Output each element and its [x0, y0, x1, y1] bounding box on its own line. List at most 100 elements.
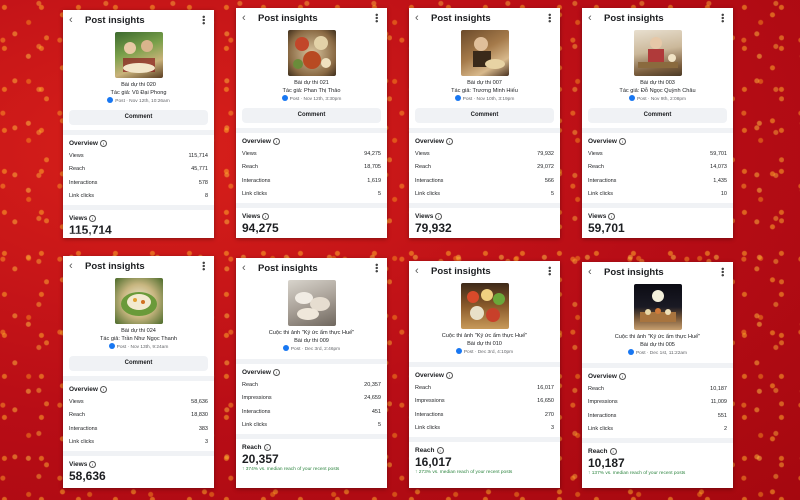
more-options-icon[interactable]: ••• [544, 266, 554, 275]
info-icon[interactable]: i [272, 138, 280, 146]
metric-row: Views 115,714 [69, 152, 208, 159]
info-icon[interactable]: i [436, 447, 444, 455]
info-icon[interactable]: i [445, 372, 453, 380]
back-arrow-icon[interactable]: ‹ [242, 12, 254, 24]
card-header: ‹ Post insights ••• [409, 261, 560, 281]
overview-heading: Overview i [236, 364, 387, 378]
back-arrow-icon[interactable]: ‹ [69, 14, 81, 26]
food-photo-icon [294, 292, 330, 320]
info-icon[interactable]: i [263, 444, 271, 452]
post-thumbnail[interactable] [460, 283, 509, 329]
page-title: Post insights [258, 12, 318, 24]
big-metric-value: 16,017 [415, 455, 452, 470]
info-icon[interactable]: i [89, 461, 97, 469]
page-title: Post insights [85, 14, 145, 26]
insights-card: ‹ Post insights ••• Bài dự thi 003 Tác g… [582, 8, 733, 238]
back-arrow-icon[interactable]: ‹ [69, 260, 81, 272]
more-options-icon[interactable]: ••• [717, 267, 727, 276]
more-options-icon[interactable]: ••• [198, 15, 208, 24]
info-icon[interactable]: i [618, 138, 626, 146]
comment-button[interactable]: Comment [242, 108, 381, 124]
metric-row: Interactions 551 [588, 412, 727, 419]
big-metric-label: Views i [409, 208, 560, 221]
contest-name: Cuộc thi ảnh "Ký ức ẩm thực Huế" [614, 334, 701, 340]
metric-row: Interactions 578 [69, 179, 208, 186]
overview-heading: Overview i [409, 133, 560, 147]
entry-title: Bài dự thi 024 [121, 328, 156, 334]
card-header: ‹ Post insights ••• [582, 262, 733, 282]
metric-row: Interactions 383 [69, 425, 208, 432]
metric-row: Link clicks 5 [415, 191, 554, 198]
post-meta: Post · Dec 1st, 11:22am [582, 349, 733, 358]
metric-row: Views 94,275 [242, 150, 381, 157]
post-meta: Post · Nov 9th, 2:08pm [582, 95, 733, 104]
facebook-icon [455, 348, 462, 355]
info-icon[interactable]: i [99, 386, 107, 394]
entry-title: Bài dự thi 020 [121, 82, 156, 88]
back-arrow-icon[interactable]: ‹ [242, 262, 254, 274]
post-thumbnail[interactable] [460, 30, 509, 76]
post-meta: Post · Dec 3rd, 2:46pm [236, 345, 387, 354]
post-thumbnail[interactable] [633, 284, 682, 330]
big-metric-label: Reach i [236, 439, 387, 452]
author-name: Tác giả: Phan Thị Thảo [282, 87, 341, 94]
author-name: Tác giả: Vũ Đại Phong [110, 89, 167, 96]
contest-name: Cuộc thi ảnh "Ký ức ẩm thực Huế" [441, 333, 528, 339]
comment-button[interactable]: Comment [69, 356, 208, 372]
post-thumbnail[interactable] [114, 32, 163, 78]
info-icon[interactable]: i [99, 140, 107, 148]
card-header: ‹ Post insights ••• [236, 258, 387, 278]
back-arrow-icon[interactable]: ‹ [415, 12, 427, 24]
overview-heading: Overview i [582, 133, 733, 147]
more-options-icon[interactable]: ••• [544, 13, 554, 22]
insights-card: ‹ Post insights ••• Cuộc thi ảnh "Ký ức … [582, 262, 733, 488]
entry-title: Bài dự thi 003 [640, 80, 675, 86]
metric-row: Link clicks 5 [242, 422, 381, 429]
more-options-icon[interactable]: ••• [371, 13, 381, 22]
post-meta: Post · Nov 12th, 10:26am [63, 97, 214, 106]
metric-row: Interactions 1,435 [588, 177, 727, 184]
facebook-icon [108, 343, 115, 350]
info-icon[interactable]: i [618, 373, 626, 381]
food-photo-icon [637, 37, 678, 68]
entry-title: Bài dự thi 009 [294, 337, 329, 344]
comment-button[interactable]: Comment [69, 110, 208, 126]
card-header: ‹ Post insights ••• [409, 8, 560, 28]
big-metric-label: Reach i [409, 442, 560, 455]
info-icon[interactable]: i [272, 369, 280, 377]
more-options-icon[interactable]: ••• [198, 261, 208, 270]
metric-row: Reach 14,073 [588, 164, 727, 171]
comment-button[interactable]: Comment [415, 108, 554, 124]
info-icon[interactable]: i [609, 448, 617, 456]
big-metric-label: Reach i [582, 443, 733, 456]
back-arrow-icon[interactable]: ‹ [588, 12, 600, 24]
info-icon[interactable]: i [608, 213, 616, 221]
card-header: ‹ Post insights ••• [63, 10, 214, 30]
metric-row: Impressions 11,009 [588, 399, 727, 406]
post-thumbnail[interactable] [287, 280, 336, 326]
metric-row: Reach 16,017 [415, 384, 554, 391]
metric-row: Link clicks 10 [588, 191, 727, 198]
info-icon[interactable]: i [262, 213, 270, 221]
info-icon[interactable]: i [435, 213, 443, 221]
post-meta: Post · Nov 13th, 9:24am [63, 343, 214, 352]
page-title: Post insights [431, 265, 491, 277]
info-icon[interactable]: i [89, 215, 97, 223]
comment-button[interactable]: Comment [588, 108, 727, 124]
more-options-icon[interactable]: ••• [371, 263, 381, 272]
big-metric-label: Views i [236, 208, 387, 221]
post-thumbnail[interactable] [633, 30, 682, 76]
more-options-icon[interactable]: ••• [717, 13, 727, 22]
author-name: Tác giả: Đỗ Ngọc Quỳnh Châu [619, 87, 696, 94]
metric-row: Reach 29,072 [415, 164, 554, 171]
metric-row: Link clicks 5 [242, 191, 381, 198]
post-thumbnail[interactable] [114, 278, 163, 324]
back-arrow-icon[interactable]: ‹ [588, 266, 600, 278]
metric-row: Views 79,932 [415, 150, 554, 157]
page-title: Post insights [85, 260, 145, 272]
back-arrow-icon[interactable]: ‹ [415, 265, 427, 277]
metric-row: Reach 45,771 [69, 166, 208, 173]
info-icon[interactable]: i [445, 138, 453, 146]
post-thumbnail[interactable] [287, 30, 336, 76]
metric-row: Reach 10,187 [588, 385, 727, 392]
